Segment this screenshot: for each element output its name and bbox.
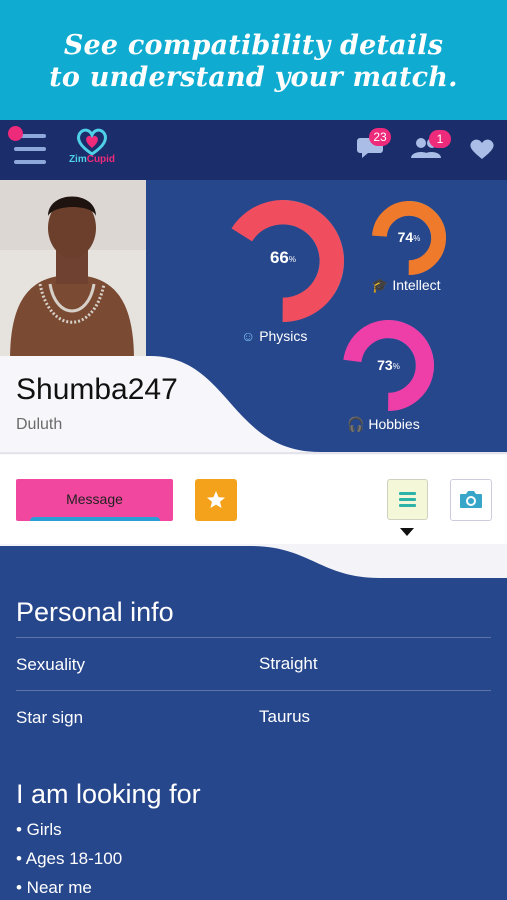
star-icon bbox=[207, 491, 225, 508]
banner-line-1: See compatibility details bbox=[63, 30, 444, 61]
intellect-label: 🎓 Intellect bbox=[371, 277, 441, 293]
star-sign-label: Star sign bbox=[16, 708, 84, 727]
profile-username: Shumba247 bbox=[16, 373, 178, 406]
looking-for-item: • Ages 18-100 bbox=[16, 849, 123, 868]
camera-icon bbox=[460, 491, 482, 508]
action-bar-curve bbox=[0, 544, 507, 578]
intellect-percent: 74% bbox=[397, 229, 421, 245]
row-divider bbox=[16, 690, 491, 691]
profile-city: Duluth bbox=[16, 416, 63, 433]
promo-banner: See compatibility details to understand … bbox=[0, 0, 507, 120]
message-button-label: Message bbox=[66, 491, 123, 507]
heart-icon bbox=[470, 139, 494, 159]
looking-for-item: • Girls bbox=[16, 820, 62, 839]
graduation-cap-icon: 🎓 bbox=[371, 277, 389, 293]
list-icon bbox=[399, 492, 416, 507]
banner-line-2: to understand your match. bbox=[49, 62, 458, 93]
notification-dot bbox=[8, 126, 23, 141]
messages-count-badge: 23 bbox=[369, 128, 391, 146]
app-logo[interactable]: ZimCupid bbox=[66, 126, 118, 174]
favorite-star-button[interactable] bbox=[195, 479, 237, 521]
looking-for-item: • Near me bbox=[16, 878, 92, 897]
message-button[interactable]: Message bbox=[16, 479, 173, 521]
favorites-button[interactable] bbox=[469, 138, 495, 165]
heart-logo-icon bbox=[77, 128, 107, 156]
photos-button[interactable] bbox=[450, 479, 492, 521]
physics-percent: 66% bbox=[269, 248, 297, 267]
dropdown-caret-icon[interactable] bbox=[400, 528, 414, 536]
looking-for-title: I am looking for bbox=[16, 779, 201, 809]
messages-button[interactable]: 23 bbox=[357, 128, 391, 165]
personal-info-divider bbox=[16, 637, 491, 638]
card-divider bbox=[0, 452, 507, 454]
friends-count-badge: 1 bbox=[429, 130, 451, 148]
star-sign-value: Taurus bbox=[259, 707, 311, 726]
profile-photo-image bbox=[0, 180, 146, 360]
smiley-icon: ☺ bbox=[241, 328, 256, 344]
physics-ring[interactable]: 66% bbox=[222, 200, 344, 322]
hobbies-label: 🎧 Hobbies bbox=[347, 416, 420, 432]
logo-text-part2: Cupid bbox=[86, 154, 116, 165]
hobbies-ring[interactable]: 73% bbox=[342, 319, 435, 412]
message-button-underline bbox=[30, 517, 160, 521]
menu-button[interactable] bbox=[8, 126, 46, 164]
friends-button[interactable]: 1 bbox=[411, 130, 451, 165]
intellect-ring[interactable]: 74% bbox=[371, 200, 447, 276]
sexuality-label: Sexuality bbox=[16, 655, 85, 674]
headphones-icon: 🎧 bbox=[347, 416, 365, 432]
top-bar: ZimCupid 23 1 bbox=[0, 120, 507, 180]
more-options-button[interactable] bbox=[387, 479, 428, 520]
logo-text-part1: Zim bbox=[68, 154, 87, 165]
physics-label: ☺ Physics bbox=[241, 328, 308, 344]
hobbies-percent: 73% bbox=[377, 357, 400, 373]
sexuality-value: Straight bbox=[259, 654, 318, 673]
profile-photo[interactable] bbox=[0, 180, 146, 360]
personal-info-title: Personal info bbox=[16, 597, 174, 627]
